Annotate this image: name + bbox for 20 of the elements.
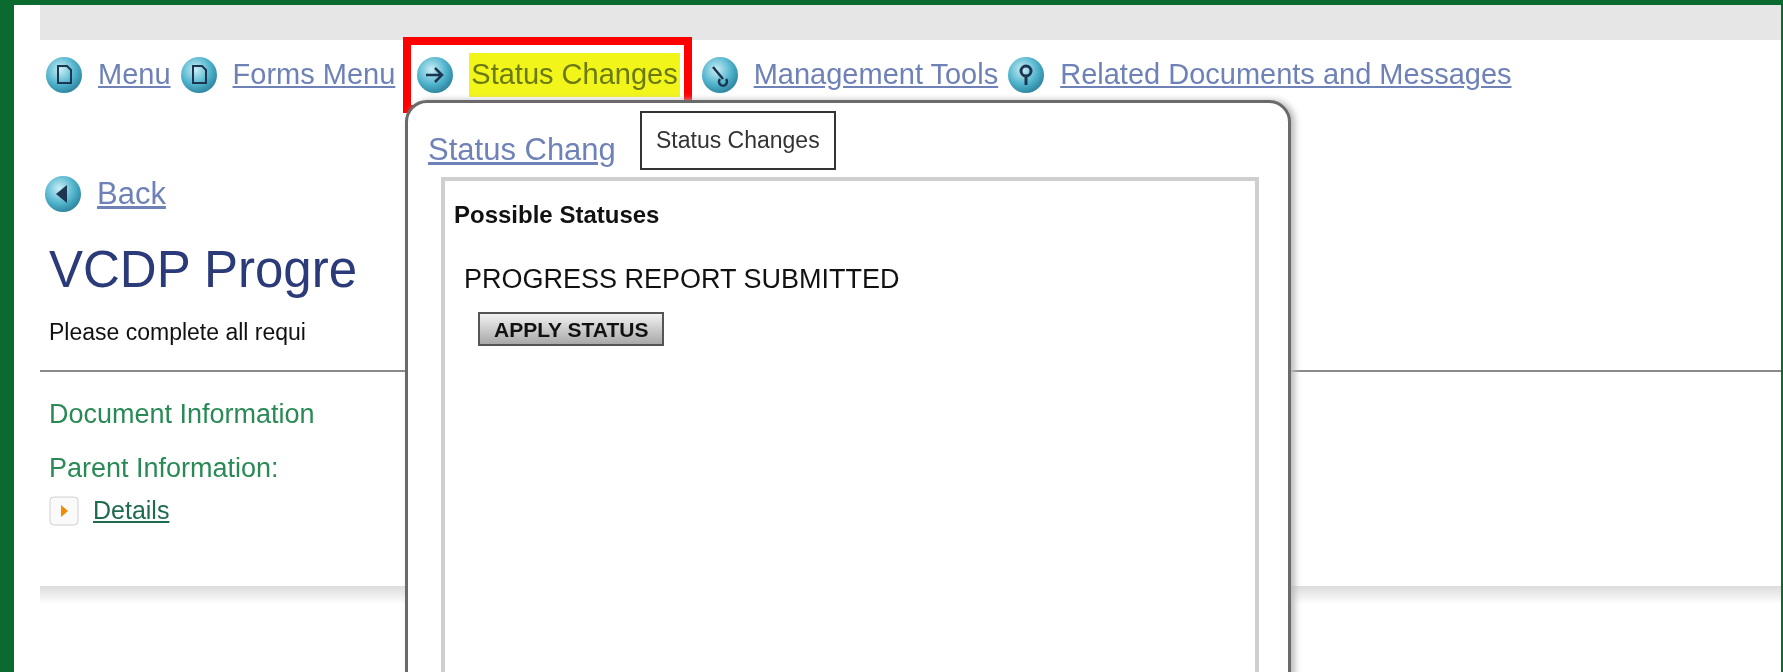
document-icon [178,55,219,95]
instructions-text: Please complete all requi [49,317,307,347]
wrench-icon [699,55,740,95]
back-link[interactable]: Back [43,171,405,218]
section-heading: Parent Information: [49,452,280,485]
popup-link[interactable]: Status Chang [428,127,616,174]
key-icon [1006,55,1047,95]
nav-link[interactable]: Forms Menu [178,53,396,97]
apply-status-button[interactable]: APPLY STATUS [478,311,665,346]
arrow-right-icon [415,55,456,95]
nav-link[interactable]: Menu [44,53,171,97]
nav-link[interactable]: Management Tools [699,53,999,97]
section-heading: Document Information [49,398,316,431]
details-link[interactable]: Details [49,492,411,530]
tooltip: Status Changes [640,111,836,170]
panel-heading: Possible Statuses [454,200,661,230]
expand-icon [49,495,79,526]
nav-link[interactable]: Related Documents and Messages [1006,53,1512,97]
status-name: PROGRESS REPORT SUBMITTED [464,263,901,296]
document-icon [44,55,84,95]
